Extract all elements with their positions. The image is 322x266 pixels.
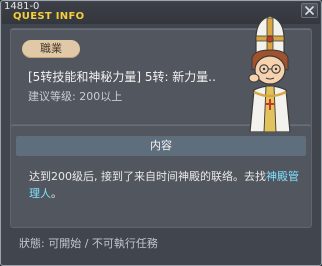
category-badge: 職業 — [22, 40, 80, 58]
window-title: QUEST INFO — [13, 11, 85, 22]
description-tail: 。 — [51, 187, 62, 200]
quest-description: 达到200级后, 接到了来自时间神殿的联络。去找神殿管理人。 — [29, 168, 303, 202]
category-badge-label: 職業 — [40, 42, 62, 55]
description-text: 达到200级后, 接到了来自时间神殿的联络。去找 — [29, 170, 266, 183]
level-requirement: 建议等级: 200以上 — [28, 90, 123, 103]
content-section-header: 内容 — [16, 136, 306, 156]
npc-portrait — [248, 15, 291, 132]
content-header-label: 内容 — [150, 139, 172, 152]
quest-status: 狀態: 可開始 / 不可執行任務 — [19, 237, 158, 250]
quest-name: [5转技能和神秘力量] 5转: 新力量.. — [28, 70, 216, 84]
